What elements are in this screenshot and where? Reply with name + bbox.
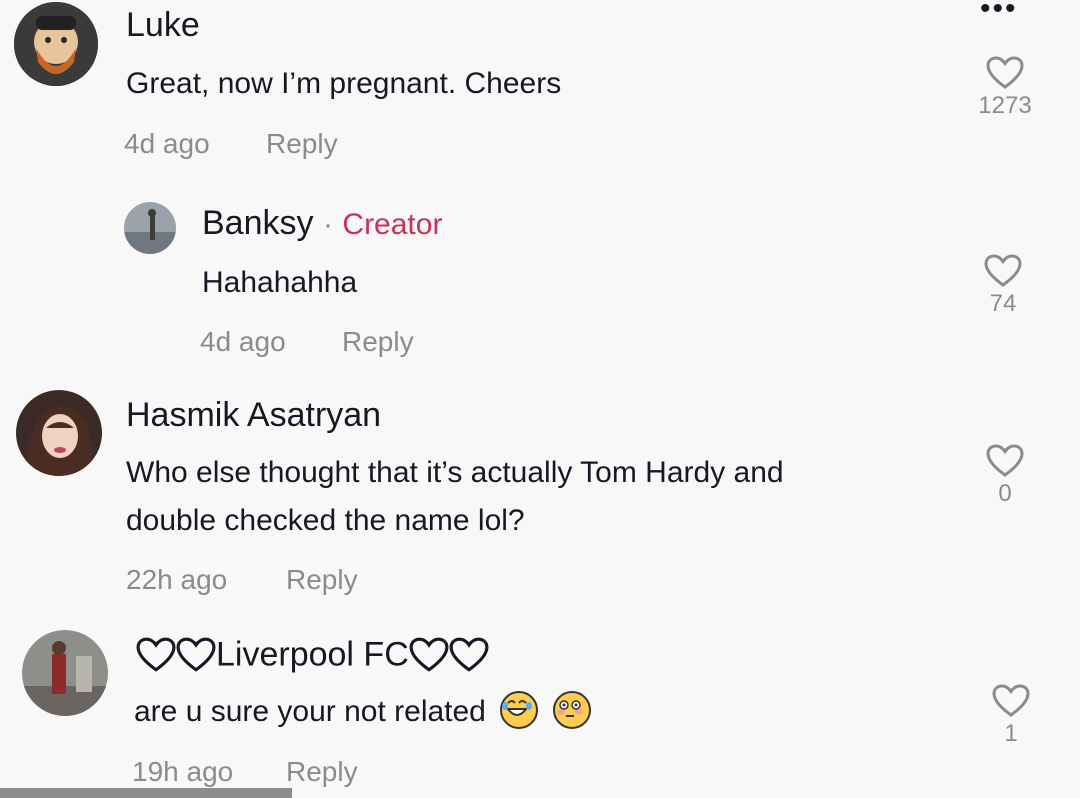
creator-badge: Creator [342, 208, 443, 241]
avatar[interactable] [14, 2, 98, 86]
avatar[interactable] [16, 390, 102, 476]
username-label: Banksy [202, 204, 314, 242]
username[interactable]: Luke [126, 6, 200, 45]
timestamp: 19h ago [132, 756, 234, 787]
comment-text-line-1: Who else thought that it’s actually Tom … [126, 456, 784, 489]
flushed-emoji-icon [552, 691, 591, 730]
avatar[interactable] [124, 202, 176, 254]
like-button[interactable]: 1 [976, 684, 1046, 748]
avatar-image [124, 202, 176, 254]
reply-button[interactable]: Reply [286, 756, 358, 788]
like-count: 0 [998, 480, 1012, 507]
avatar-image [14, 2, 98, 86]
heart-outline-icon [176, 637, 216, 672]
heart-icon [986, 444, 1024, 477]
avatar-image [22, 630, 108, 716]
avatar-image [16, 390, 102, 476]
username[interactable]: Liverpool FC [136, 634, 489, 675]
heart-outline-icon [449, 637, 489, 672]
timestamp: 4d ago [200, 326, 286, 357]
reply-button[interactable]: Reply [342, 326, 414, 358]
timestamp: 4d ago [124, 128, 210, 159]
heart-outline-icon [136, 637, 176, 672]
comment-text-label: are u sure your not related [134, 695, 486, 728]
like-button[interactable]: 0 [970, 444, 1040, 508]
like-count: 74 [989, 290, 1017, 317]
more-options-icon[interactable]: ••• [980, 0, 1018, 24]
reply-button[interactable]: Reply [286, 564, 358, 596]
heart-icon [984, 254, 1022, 287]
username-label: Liverpool FC [216, 635, 409, 674]
timestamp: 22h ago [126, 564, 228, 595]
watermark-strip [0, 788, 292, 798]
comment-text: are u sure your not related [134, 688, 591, 736]
like-button[interactable]: 74 [968, 254, 1038, 318]
reply-button[interactable]: Reply [266, 128, 338, 160]
username[interactable]: Banksy · Creator [202, 204, 442, 243]
avatar[interactable] [22, 630, 108, 716]
comment-text: Great, now I’m pregnant. Cheers [126, 67, 562, 100]
heart-icon [992, 684, 1030, 717]
laughing-crying-emoji-icon [500, 691, 539, 730]
heart-icon [986, 56, 1024, 89]
username[interactable]: Hasmik Asatryan [126, 396, 381, 435]
like-count: 1273 [978, 92, 1032, 119]
comment-text-line-2: double checked the name lol? [126, 504, 525, 537]
heart-outline-icon [409, 637, 449, 672]
comment-text: Hahahahha [202, 266, 358, 299]
separator: · [322, 208, 333, 241]
like-button[interactable]: 1273 [970, 56, 1040, 120]
like-count: 1 [1004, 720, 1018, 747]
